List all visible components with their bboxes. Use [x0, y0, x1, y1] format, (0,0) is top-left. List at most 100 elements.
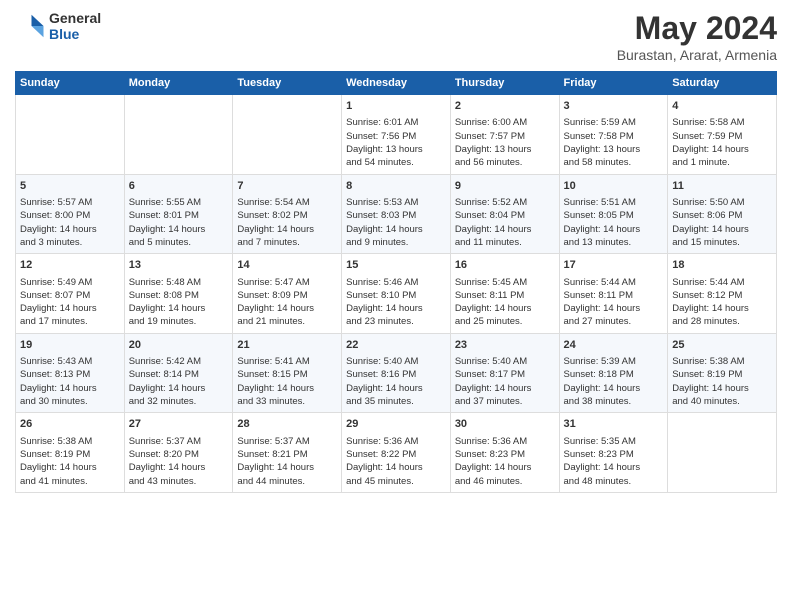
- col-header-tuesday: Tuesday: [233, 72, 342, 95]
- day-number: 12: [20, 258, 120, 273]
- day-detail: Sunrise: 5:55 AM Sunset: 8:01 PM Dayligh…: [129, 196, 229, 249]
- day-detail: Sunrise: 5:59 AM Sunset: 7:58 PM Dayligh…: [564, 116, 664, 169]
- col-header-thursday: Thursday: [450, 72, 559, 95]
- day-detail: Sunrise: 5:54 AM Sunset: 8:02 PM Dayligh…: [237, 196, 337, 249]
- day-detail: Sunrise: 5:44 AM Sunset: 8:12 PM Dayligh…: [672, 276, 772, 329]
- day-detail: Sunrise: 5:36 AM Sunset: 8:23 PM Dayligh…: [455, 435, 555, 488]
- calendar-cell: 10Sunrise: 5:51 AM Sunset: 8:05 PM Dayli…: [559, 174, 668, 254]
- calendar-cell: 8Sunrise: 5:53 AM Sunset: 8:03 PM Daylig…: [342, 174, 451, 254]
- day-detail: Sunrise: 5:37 AM Sunset: 8:20 PM Dayligh…: [129, 435, 229, 488]
- calendar-cell: [668, 413, 777, 493]
- day-detail: Sunrise: 5:47 AM Sunset: 8:09 PM Dayligh…: [237, 276, 337, 329]
- day-detail: Sunrise: 5:39 AM Sunset: 8:18 PM Dayligh…: [564, 355, 664, 408]
- col-header-saturday: Saturday: [668, 72, 777, 95]
- calendar-week-row: 1Sunrise: 6:01 AM Sunset: 7:56 PM Daylig…: [16, 95, 777, 175]
- calendar-week-row: 5 Sunrise: 5:57 AM Sunset: 8:00 PM Daylig…: [16, 174, 777, 254]
- day-number: 20: [129, 338, 229, 353]
- page-header: General Blue May 2024 Burastan, Ararat, …: [15, 10, 777, 63]
- day-number: 7: [237, 179, 337, 194]
- calendar-cell: 18Sunrise: 5:44 AM Sunset: 8:12 PM Dayli…: [668, 254, 777, 334]
- day-detail: Sunrise: 5:43 AM Sunset: 8:13 PM Dayligh…: [20, 355, 120, 408]
- calendar-cell: 16 Sunrise: 5:45 AM Sunset: 8:11 PM Dayli…: [450, 254, 559, 334]
- main-title: May 2024: [617, 10, 777, 47]
- day-detail: Sunrise: 5:46 AM Sunset: 8:10 PM Dayligh…: [346, 276, 446, 329]
- day-detail: Sunrise: 5:38 AM Sunset: 8:19 PM Dayligh…: [672, 355, 772, 408]
- day-number: 10: [564, 179, 664, 194]
- day-detail: Sunrise: 5:58 AM Sunset: 7:59 PM Dayligh…: [672, 116, 772, 169]
- day-detail: Sunrise: 5:37 AM Sunset: 8:21 PM Dayligh…: [237, 435, 337, 488]
- title-section: May 2024 Burastan, Ararat, Armenia: [617, 10, 777, 63]
- day-detail: Sunrise: 5:36 AM Sunset: 8:22 PM Dayligh…: [346, 435, 446, 488]
- logo-general-text: General: [49, 10, 101, 26]
- calendar-cell: 7 Sunrise: 5:54 AM Sunset: 8:02 PM Daylig…: [233, 174, 342, 254]
- day-detail: Sunrise: 5:40 AM Sunset: 8:17 PM Dayligh…: [455, 355, 555, 408]
- calendar-week-row: 26Sunrise: 5:38 AM Sunset: 8:19 PM Dayli…: [16, 413, 777, 493]
- day-number: 25: [672, 338, 772, 353]
- calendar-cell: 28 Sunrise: 5:37 AM Sunset: 8:21 PM Dayli…: [233, 413, 342, 493]
- logo-blue-text: Blue: [49, 26, 101, 42]
- calendar-cell: 19Sunrise: 5:43 AM Sunset: 8:13 PM Dayli…: [16, 333, 125, 413]
- day-number: 15: [346, 258, 446, 273]
- day-number: 14: [237, 258, 337, 273]
- day-detail: Sunrise: 6:01 AM Sunset: 7:56 PM Dayligh…: [346, 116, 446, 169]
- day-detail: Sunrise: 6:00 AM Sunset: 7:57 PM Dayligh…: [455, 116, 555, 169]
- calendar-cell: [16, 95, 125, 175]
- calendar-cell: 29Sunrise: 5:36 AM Sunset: 8:22 PM Dayli…: [342, 413, 451, 493]
- calendar-cell: 26Sunrise: 5:38 AM Sunset: 8:19 PM Dayli…: [16, 413, 125, 493]
- day-number: 4: [672, 99, 772, 114]
- calendar-cell: 12 Sunrise: 5:49 AM Sunset: 8:07 PM Dayli…: [16, 254, 125, 334]
- calendar-header-row: SundayMondayTuesdayWednesdayThursdayFrid…: [16, 72, 777, 95]
- day-number: 11: [672, 179, 772, 194]
- day-detail: Sunrise: 5:40 AM Sunset: 8:16 PM Dayligh…: [346, 355, 446, 408]
- calendar-cell: 9Sunrise: 5:52 AM Sunset: 8:04 PM Daylig…: [450, 174, 559, 254]
- day-number: 23: [455, 338, 555, 353]
- day-number: 24: [564, 338, 664, 353]
- calendar-cell: 22Sunrise: 5:40 AM Sunset: 8:16 PM Dayli…: [342, 333, 451, 413]
- col-header-wednesday: Wednesday: [342, 72, 451, 95]
- subtitle: Burastan, Ararat, Armenia: [617, 47, 777, 63]
- calendar-cell: 11Sunrise: 5:50 AM Sunset: 8:06 PM Dayli…: [668, 174, 777, 254]
- day-number: 17: [564, 258, 664, 273]
- calendar-cell: 4 Sunrise: 5:58 AM Sunset: 7:59 PM Daylig…: [668, 95, 777, 175]
- day-number: 21: [237, 338, 337, 353]
- calendar-cell: 30 Sunrise: 5:36 AM Sunset: 8:23 PM Dayli…: [450, 413, 559, 493]
- calendar-week-row: 19Sunrise: 5:43 AM Sunset: 8:13 PM Dayli…: [16, 333, 777, 413]
- calendar-cell: 21 Sunrise: 5:41 AM Sunset: 8:15 PM Dayli…: [233, 333, 342, 413]
- calendar-table: SundayMondayTuesdayWednesdayThursdayFrid…: [15, 71, 777, 493]
- calendar-cell: 6 Sunrise: 5:55 AM Sunset: 8:01 PM Daylig…: [124, 174, 233, 254]
- calendar-cell: 14 Sunrise: 5:47 AM Sunset: 8:09 PM Dayli…: [233, 254, 342, 334]
- day-number: 5: [20, 179, 120, 194]
- col-header-sunday: Sunday: [16, 72, 125, 95]
- day-number: 31: [564, 417, 664, 432]
- calendar-week-row: 12 Sunrise: 5:49 AM Sunset: 8:07 PM Dayli…: [16, 254, 777, 334]
- calendar-cell: 31 Sunrise: 5:35 AM Sunset: 8:23 PM Dayli…: [559, 413, 668, 493]
- day-detail: Sunrise: 5:35 AM Sunset: 8:23 PM Dayligh…: [564, 435, 664, 488]
- calendar-cell: [233, 95, 342, 175]
- day-detail: Sunrise: 5:48 AM Sunset: 8:08 PM Dayligh…: [129, 276, 229, 329]
- day-detail: Sunrise: 5:49 AM Sunset: 8:07 PM Dayligh…: [20, 276, 120, 329]
- calendar-cell: 27 Sunrise: 5:37 AM Sunset: 8:20 PM Dayli…: [124, 413, 233, 493]
- day-detail: Sunrise: 5:45 AM Sunset: 8:11 PM Dayligh…: [455, 276, 555, 329]
- day-detail: Sunrise: 5:52 AM Sunset: 8:04 PM Dayligh…: [455, 196, 555, 249]
- day-detail: Sunrise: 5:41 AM Sunset: 8:15 PM Dayligh…: [237, 355, 337, 408]
- col-header-friday: Friday: [559, 72, 668, 95]
- day-number: 26: [20, 417, 120, 432]
- day-number: 8: [346, 179, 446, 194]
- day-detail: Sunrise: 5:57 AM Sunset: 8:00 PM Dayligh…: [20, 196, 120, 249]
- col-header-monday: Monday: [124, 72, 233, 95]
- day-number: 3: [564, 99, 664, 114]
- calendar-cell: 15 Sunrise: 5:46 AM Sunset: 8:10 PM Dayli…: [342, 254, 451, 334]
- logo: General Blue: [15, 10, 101, 42]
- day-number: 27: [129, 417, 229, 432]
- calendar-cell: 2Sunrise: 6:00 AM Sunset: 7:57 PM Daylig…: [450, 95, 559, 175]
- day-number: 6: [129, 179, 229, 194]
- calendar-cell: 5 Sunrise: 5:57 AM Sunset: 8:00 PM Daylig…: [16, 174, 125, 254]
- calendar-cell: 1Sunrise: 6:01 AM Sunset: 7:56 PM Daylig…: [342, 95, 451, 175]
- day-number: 28: [237, 417, 337, 432]
- logo-text: General Blue: [49, 10, 101, 42]
- day-number: 30: [455, 417, 555, 432]
- day-number: 16: [455, 258, 555, 273]
- calendar-cell: [124, 95, 233, 175]
- calendar-cell: 24 Sunrise: 5:39 AM Sunset: 8:18 PM Dayli…: [559, 333, 668, 413]
- day-number: 13: [129, 258, 229, 273]
